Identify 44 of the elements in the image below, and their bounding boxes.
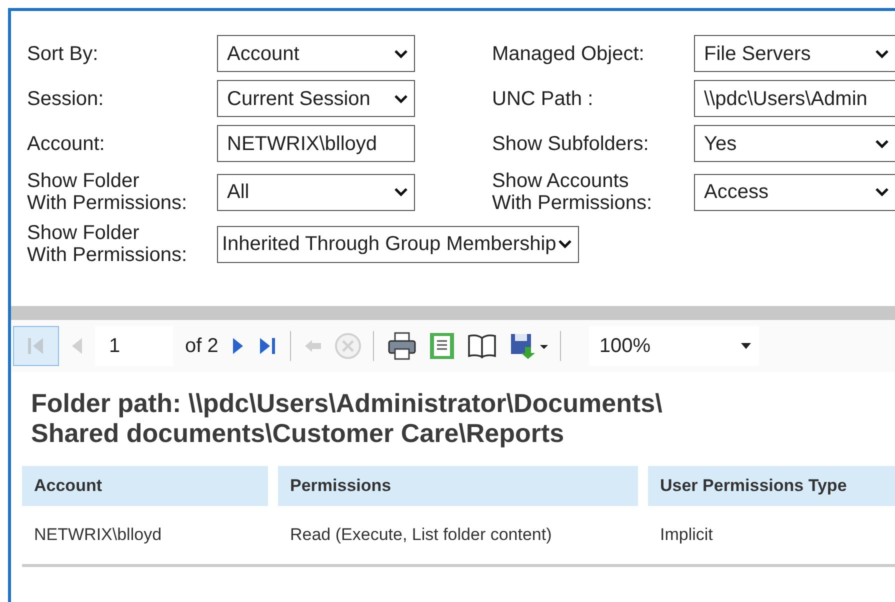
save-icon: [509, 331, 550, 361]
dropdown[interactable]: Yes: [694, 125, 895, 162]
page-count: of 2: [185, 334, 218, 359]
dropdown[interactable]: All: [217, 174, 415, 210]
field-label: Managed Object:: [492, 42, 646, 64]
field-label: Session:: [27, 88, 105, 110]
table-cell-text: Read (Execute, List folder content): [289, 524, 553, 546]
chevron-down-icon: [394, 187, 408, 197]
field-label: Account:: [27, 132, 106, 154]
next-page-icon: [231, 335, 246, 357]
folder-path-heading: Folder path: \\pdc\Users\Administrator\Documents\ Shared documents\Customer Care\Reports: [31, 388, 664, 448]
column-header: Permissions: [278, 466, 638, 506]
column-header: Account: [22, 466, 268, 506]
back-arrow-icon: [304, 339, 322, 353]
dropdown[interactable]: File Servers: [694, 35, 895, 72]
field-label: Sort By:: [27, 42, 100, 64]
table-cell-text: NETWRIX\blloyd: [33, 524, 163, 546]
input-field[interactable]: \\pdc\Users\Admin: [694, 80, 895, 117]
chevron-down-icon: [875, 138, 889, 148]
input-field[interactable]: NETWRIX\blloyd: [217, 125, 415, 162]
chevron-down-icon: [394, 94, 408, 104]
field-label: UNC Path :: [492, 88, 594, 110]
document-icon: [429, 332, 456, 360]
stop-icon: [334, 332, 362, 360]
field-label: Show Folder With Permissions:: [27, 170, 188, 214]
field-label: Show Accounts With Permissions:: [492, 170, 654, 214]
page-number-field[interactable]: 1: [95, 326, 173, 366]
open-book-icon: [467, 333, 498, 359]
dropdown[interactable]: Account: [217, 35, 415, 72]
table-cell-text: Implicit: [659, 524, 714, 546]
print-icon: [387, 331, 418, 361]
previous-page-icon: [70, 335, 84, 357]
field-label: Show Folder With Permissions:: [27, 222, 188, 266]
chevron-down-icon: [394, 48, 408, 58]
dropdown[interactable]: Access: [694, 174, 895, 210]
chevron-down-icon: [875, 48, 889, 58]
zoom-dropdown[interactable]: 100%: [589, 326, 760, 366]
column-header: User Permissions Type: [648, 466, 895, 506]
caret-icon: [741, 343, 752, 349]
chevron-down-icon: [875, 187, 889, 197]
dropdown[interactable]: Inherited Through Group Membership: [217, 226, 580, 262]
chevron-down-icon: [558, 239, 572, 249]
dropdown[interactable]: Current Session: [217, 80, 415, 117]
field-label: Show Subfolders:: [492, 132, 650, 154]
